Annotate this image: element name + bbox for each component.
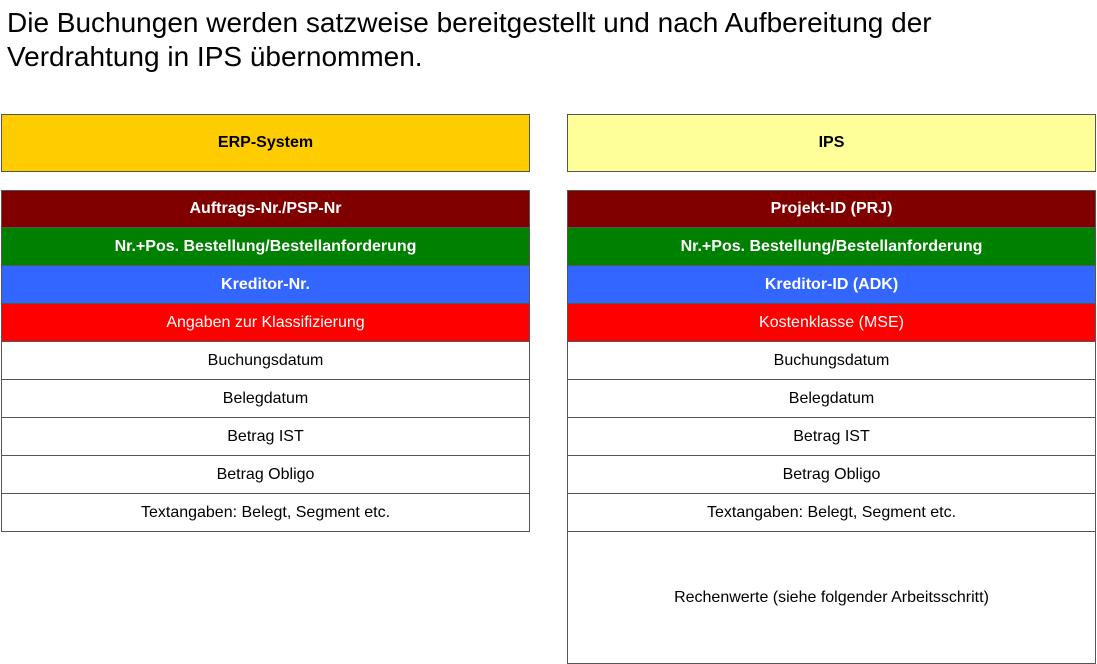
ips-field-document-date: Belegdatum (567, 380, 1096, 418)
erp-field-text-info: Textangaben: Belegt, Segment etc. (1, 494, 530, 532)
ips-field-project-id: Projekt-ID (PRJ) (567, 190, 1096, 228)
page-title: Die Buchungen werden satzweise bereitges… (7, 7, 932, 72)
ips-field-cost-class: Kostenklasse (MSE) (567, 304, 1096, 342)
erp-column: ERP-System Auftrags-Nr./PSP-Nr Nr.+Pos. … (1, 114, 530, 532)
ips-field-list: Projekt-ID (PRJ) Nr.+Pos. Bestellung/Bes… (567, 190, 1096, 664)
erp-field-creditor: Kreditor-Nr. (1, 266, 530, 304)
ips-column: IPS Projekt-ID (PRJ) Nr.+Pos. Bestellung… (567, 114, 1096, 664)
erp-field-booking-date: Buchungsdatum (1, 342, 530, 380)
erp-field-amount-actual: Betrag IST (1, 418, 530, 456)
ips-field-purchase-order: Nr.+Pos. Bestellung/Bestellanforderung (567, 228, 1096, 266)
erp-field-document-date: Belegdatum (1, 380, 530, 418)
ips-field-amount-commitment: Betrag Obligo (567, 456, 1096, 494)
ips-field-text-info: Textangaben: Belegt, Segment etc. (567, 494, 1096, 532)
ips-field-computed-values: Rechenwerte (siehe folgender Arbeitsschr… (567, 532, 1096, 664)
erp-field-purchase-order: Nr.+Pos. Bestellung/Bestellanforderung (1, 228, 530, 266)
ips-field-creditor-id: Kreditor-ID (ADK) (567, 266, 1096, 304)
erp-field-list: Auftrags-Nr./PSP-Nr Nr.+Pos. Bestellung/… (1, 190, 530, 532)
erp-system-header: ERP-System (1, 114, 530, 172)
erp-field-order-number: Auftrags-Nr./PSP-Nr (1, 190, 530, 228)
erp-field-amount-commitment: Betrag Obligo (1, 456, 530, 494)
ips-header: IPS (567, 114, 1096, 172)
erp-field-classification: Angaben zur Klassifizierung (1, 304, 530, 342)
ips-field-amount-actual: Betrag IST (567, 418, 1096, 456)
ips-field-booking-date: Buchungsdatum (567, 342, 1096, 380)
